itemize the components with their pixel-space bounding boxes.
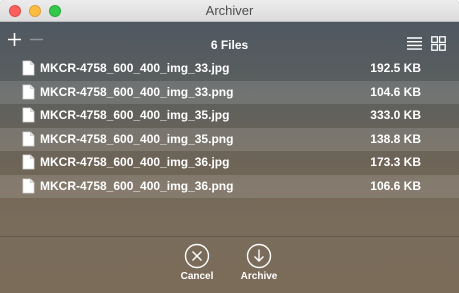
document-icon	[22, 131, 35, 146]
file-size: 104.6 KB	[370, 84, 421, 99]
file-size: 192.5 KB	[370, 61, 421, 75]
file-size: 173.3 KB	[370, 155, 421, 169]
file-name: MKCR-4758_600_400_img_36.jpg	[40, 155, 230, 169]
file-name: MKCR-4758_600_400_img_35.png	[40, 131, 234, 146]
file-name: MKCR-4758_600_400_img_35.jpg	[40, 108, 230, 122]
document-icon	[22, 84, 35, 99]
title-bar: Archiver	[0, 0, 459, 22]
document-icon	[22, 60, 35, 76]
archiver-window: Archiver 6 Files MKCR-4758_600_400_img_3…	[0, 0, 459, 293]
download-arrow-icon	[246, 243, 272, 269]
file-row[interactable]: MKCR-4758_600_400_img_35.jpg 333.0 KB	[0, 104, 459, 128]
file-row[interactable]: MKCR-4758_600_400_img_36.jpg 173.3 KB	[0, 151, 459, 175]
file-name: MKCR-4758_600_400_img_36.png	[40, 178, 234, 193]
file-row[interactable]: MKCR-4758_600_400_img_35.png 138.8 KB	[0, 127, 459, 151]
file-count-label: 6 Files	[210, 38, 249, 52]
cancel-x-icon	[184, 243, 210, 269]
file-size: 106.6 KB	[370, 178, 421, 193]
file-size: 333.0 KB	[370, 108, 421, 122]
grid-view-icon[interactable]	[431, 36, 446, 51]
archive-button[interactable]: Archive	[229, 243, 289, 282]
toolbar: 6 Files	[0, 22, 459, 56]
window-title: Archiver	[205, 3, 254, 18]
document-icon	[22, 178, 35, 193]
cancel-label: Cancel	[180, 271, 214, 282]
list-view-icon[interactable]	[406, 36, 423, 51]
file-name: MKCR-4758_600_400_img_33.png	[40, 84, 234, 99]
file-row[interactable]: MKCR-4758_600_400_img_36.png 106.6 KB	[0, 174, 459, 198]
file-name: MKCR-4758_600_400_img_33.jpg	[40, 61, 230, 75]
file-size: 138.8 KB	[370, 131, 421, 146]
file-row[interactable]: MKCR-4758_600_400_img_33.jpg 192.5 KB	[0, 57, 459, 81]
cancel-button[interactable]: Cancel	[167, 243, 227, 282]
file-list: MKCR-4758_600_400_img_33.jpg 192.5 KB MK…	[0, 57, 459, 198]
footer-divider	[0, 236, 459, 237]
document-icon	[22, 107, 35, 123]
file-row[interactable]: MKCR-4758_600_400_img_33.png 104.6 KB	[0, 80, 459, 104]
document-icon	[22, 154, 35, 170]
archive-label: Archive	[240, 271, 278, 282]
